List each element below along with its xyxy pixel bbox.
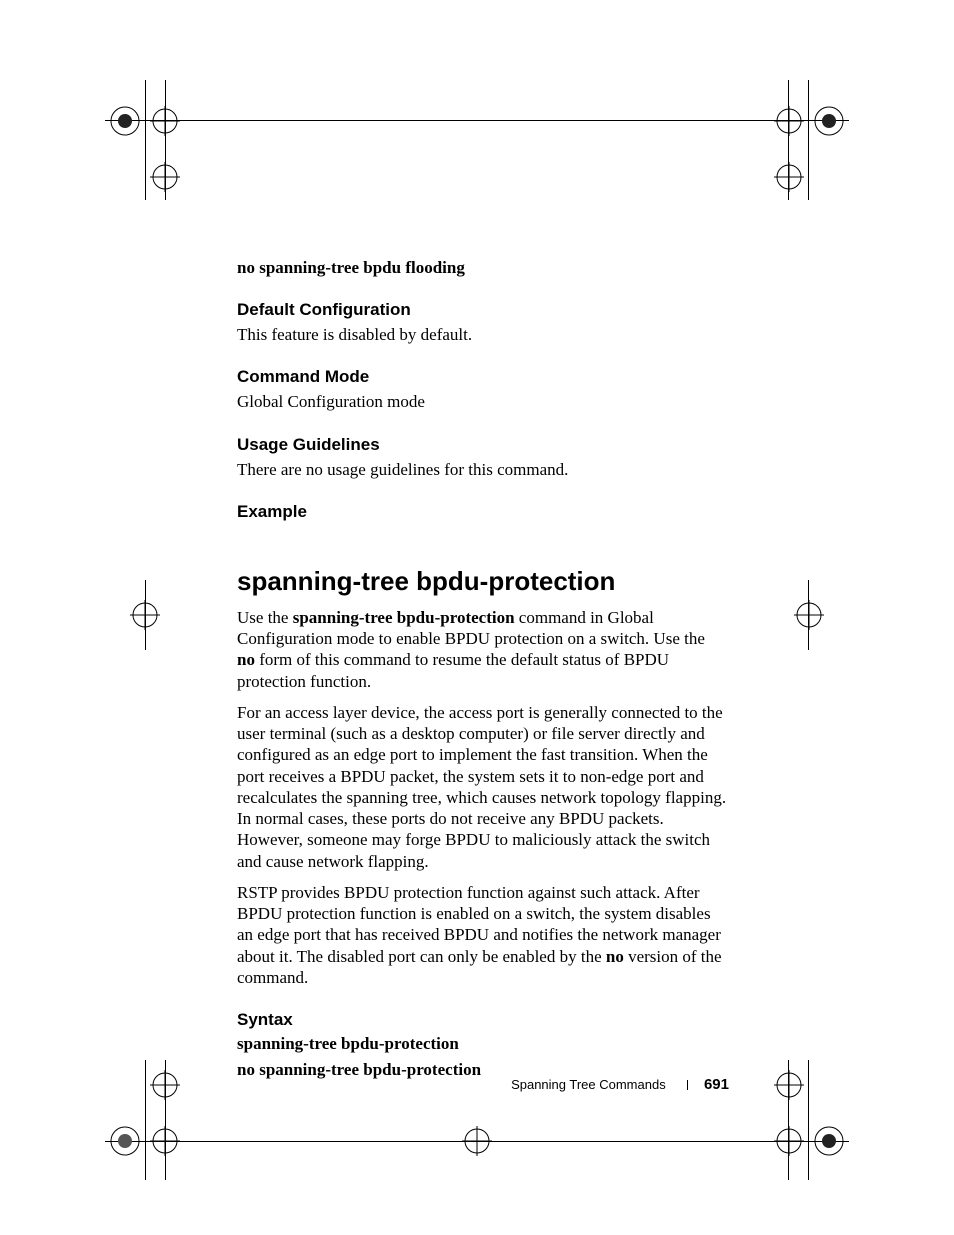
registration-mark-icon bbox=[812, 104, 846, 138]
text-command-mode: Global Configuration mode bbox=[237, 391, 727, 412]
text-usage-guidelines: There are no usage guidelines for this c… bbox=[237, 459, 727, 480]
registration-mark-icon bbox=[772, 160, 806, 194]
registration-mark-icon bbox=[148, 104, 182, 138]
registration-mark-icon bbox=[148, 1124, 182, 1158]
footer-separator bbox=[687, 1080, 688, 1090]
footer-section-title: Spanning Tree Commands bbox=[511, 1077, 666, 1092]
page: no spanning-tree bpdu flooding Default C… bbox=[0, 0, 954, 1235]
paragraph-intro: Use the spanning-tree bpdu-protection co… bbox=[237, 607, 727, 692]
text-bold-no: no bbox=[237, 650, 255, 669]
text-run: Use the bbox=[237, 608, 293, 627]
text-run: form of this command to resume the defau… bbox=[237, 650, 669, 690]
heading-example: Example bbox=[237, 502, 727, 522]
crop-line bbox=[808, 80, 809, 200]
text-bold-no: no bbox=[606, 947, 624, 966]
paragraph-rstp: RSTP provides BPDU protection function a… bbox=[237, 882, 727, 988]
crop-line bbox=[145, 1060, 146, 1180]
heading-usage-guidelines: Usage Guidelines bbox=[237, 435, 727, 455]
registration-mark-icon bbox=[128, 598, 162, 632]
registration-mark-icon bbox=[772, 1124, 806, 1158]
registration-mark-icon bbox=[148, 1068, 182, 1102]
registration-mark-icon bbox=[108, 1124, 142, 1158]
registration-mark-icon bbox=[772, 1068, 806, 1102]
text-default-configuration: This feature is disabled by default. bbox=[237, 324, 727, 345]
crop-line bbox=[105, 120, 849, 121]
registration-mark-icon bbox=[792, 598, 826, 632]
page-footer: Spanning Tree Commands 691 bbox=[511, 1076, 729, 1093]
crop-line bbox=[808, 1060, 809, 1180]
registration-mark-icon bbox=[148, 160, 182, 194]
registration-mark-icon bbox=[772, 104, 806, 138]
registration-mark-icon bbox=[812, 1124, 846, 1158]
footer-page-number: 691 bbox=[704, 1076, 729, 1093]
topic-heading: spanning-tree bpdu-protection bbox=[237, 566, 727, 597]
registration-mark-icon bbox=[460, 1124, 494, 1158]
heading-default-configuration: Default Configuration bbox=[237, 300, 727, 320]
crop-line bbox=[145, 80, 146, 200]
registration-mark-icon bbox=[108, 104, 142, 138]
syntax-no-flooding: no spanning-tree bpdu flooding bbox=[237, 258, 727, 278]
heading-command-mode: Command Mode bbox=[237, 367, 727, 387]
paragraph-access-layer: For an access layer device, the access p… bbox=[237, 702, 727, 872]
content-column: no spanning-tree bpdu flooding Default C… bbox=[237, 258, 727, 1086]
text-bold-command: spanning-tree bpdu-protection bbox=[293, 608, 515, 627]
syntax-on: spanning-tree bpdu-protection bbox=[237, 1034, 727, 1054]
heading-syntax: Syntax bbox=[237, 1010, 727, 1030]
